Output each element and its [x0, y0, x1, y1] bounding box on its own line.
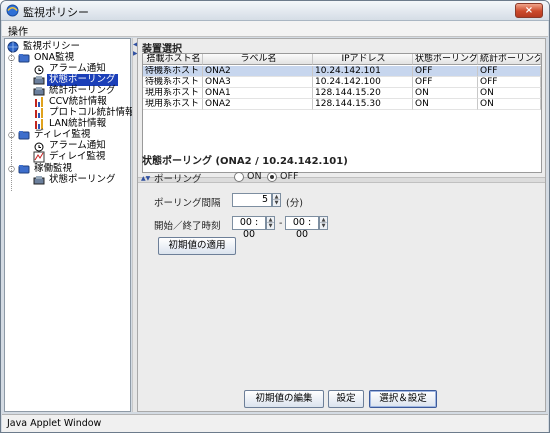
select-and-set-button[interactable]: 選択＆設定 [369, 390, 437, 408]
status-bar: Java Applet Window [2, 414, 548, 432]
polling-off-radio[interactable] [267, 172, 277, 182]
start-time-input[interactable]: 00 : 00 [232, 216, 266, 240]
table-cell: OFF [478, 66, 541, 77]
table-cell: ON [478, 99, 541, 110]
column-header[interactable]: IPアドレス [313, 54, 413, 65]
decrement-icon[interactable]: ▼ [273, 200, 280, 206]
table-row[interactable]: 現用系ホスト ONA1 128.144.15.20 ON ON [143, 88, 541, 99]
table-cell: 128.144.15.30 [313, 99, 413, 110]
folder-icon [18, 54, 30, 63]
table-cell: OFF [413, 66, 478, 77]
detail-panel: 装置選択 搭載ホスト名 ラベル名 IPアドレス 状態ポーリング 統計ポーリング … [137, 38, 546, 412]
tree-node-delay-watch[interactable]: ディレイ監視 [33, 151, 107, 163]
policy-tree: 監視ポリシー ○ ONA監視 アラーム通知 状態ポーリング 統計ポーリング CC… [4, 38, 135, 412]
table-cell: 現用系ホスト [143, 88, 203, 99]
interval-unit: (分) [286, 198, 303, 209]
table-cell: ONA2 [203, 99, 313, 110]
title-bar: 監視ポリシー × [1, 1, 549, 21]
start-time-stepper[interactable]: ▲ ▼ [266, 216, 275, 230]
table-cell: ONA3 [203, 77, 313, 88]
polling-label: ポーリング [154, 174, 202, 185]
folder-icon [18, 165, 30, 174]
table-cell: 10.24.142.101 [313, 66, 413, 77]
table-cell: 10.24.142.100 [313, 77, 413, 88]
window-title: 監視ポリシー [23, 6, 89, 19]
tree-guide-line [11, 51, 12, 157]
table-row[interactable]: 待機系ホスト ONA3 10.24.142.100 OFF OFF [143, 77, 541, 88]
tree-node-uptime-polling[interactable]: 状態ポーリング [33, 174, 118, 186]
collapse-up-icon[interactable]: ▲▼ [141, 175, 150, 182]
close-button[interactable]: × [515, 3, 543, 18]
folder-icon [18, 131, 30, 140]
collapse-toggle[interactable]: ○ [8, 163, 16, 175]
polling-off-label: OFF [280, 171, 299, 182]
column-header[interactable]: 状態ポーリング [413, 54, 478, 65]
column-header[interactable]: 搭載ホスト名 [143, 54, 203, 65]
table-cell: ON [413, 88, 478, 99]
table-cell: 128.144.15.20 [313, 88, 413, 99]
interval-stepper[interactable]: ▲ ▼ [272, 193, 281, 207]
column-header[interactable]: 統計ポーリング [478, 54, 541, 65]
table-row[interactable]: 現用系ホスト ONA2 128.144.15.30 ON ON [143, 99, 541, 110]
menu-operation[interactable]: 操作 [8, 23, 28, 38]
collapse-toggle[interactable]: ○ [8, 129, 16, 141]
set-button[interactable]: 設定 [328, 390, 364, 408]
interval-input[interactable]: 5 [232, 193, 272, 207]
end-time-stepper[interactable]: ▲ ▼ [319, 216, 328, 230]
polling-on-label: ON [247, 171, 262, 182]
table-cell: OFF [478, 77, 541, 88]
window: 監視ポリシー × 操作 監視ポリシー ○ ONA監視 アラーム通知 状態ポーリン… [0, 0, 550, 433]
menu-bar: 操作 [2, 21, 548, 38]
tree-node-label: ディレイ監視 [49, 151, 106, 162]
table-cell: ONA1 [203, 88, 313, 99]
table-cell: ONA2 [203, 66, 313, 77]
table-cell: ON [413, 99, 478, 110]
edit-default-button[interactable]: 初期値の編集 [244, 390, 324, 408]
table-cell: OFF [413, 77, 478, 88]
device-icon [33, 176, 45, 185]
column-header[interactable]: ラベル名 [203, 54, 313, 65]
apply-default-button[interactable]: 初期値の適用 [158, 237, 236, 255]
delay-graph-icon [33, 151, 45, 163]
table-cell: 待機系ホスト [143, 66, 203, 77]
status-polling-title: 状態ポーリング (ONA2 / 10.24.142.101) [142, 156, 348, 167]
table-cell: 現用系ホスト [143, 99, 203, 110]
interval-label: ポーリング間隔 [154, 198, 221, 209]
time-separator: - [279, 218, 283, 229]
tree-node-label: 状態ポーリング [49, 174, 116, 185]
table-cell: ON [478, 88, 541, 99]
table-cell: 待機系ホスト [143, 77, 203, 88]
close-icon: × [524, 5, 534, 16]
polling-on-radio[interactable] [234, 172, 244, 182]
decrement-icon[interactable]: ▼ [320, 223, 327, 229]
collapse-toggle[interactable]: ○ [8, 52, 16, 64]
app-icon [6, 4, 19, 17]
decrement-icon[interactable]: ▼ [267, 223, 274, 229]
time-label: 開始／終了時刻 [154, 221, 221, 232]
table-row[interactable]: 待機系ホスト ONA2 10.24.142.101 OFF OFF [143, 66, 541, 77]
end-time-input[interactable]: 00 : 00 [285, 216, 319, 240]
